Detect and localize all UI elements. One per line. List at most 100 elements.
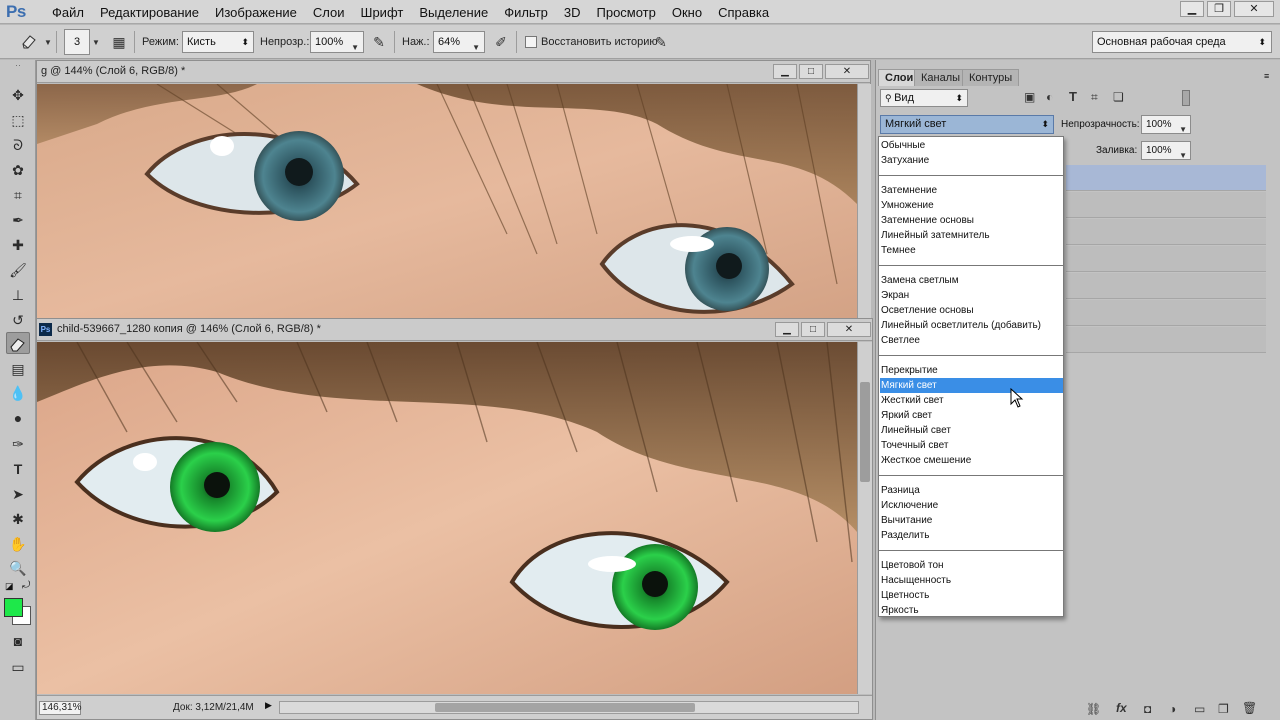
filter-shape-icon[interactable]: ⌗ — [1091, 90, 1098, 105]
blend-mode-option[interactable]: Точечный свет — [880, 438, 1063, 453]
mode-select[interactable]: Кисть ⬍ — [182, 31, 254, 53]
blend-mode-option[interactable]: Замена светлым — [880, 273, 1063, 288]
doc-minimize-icon[interactable]: ▁ — [775, 322, 799, 337]
blend-mode-option[interactable]: Экран — [880, 288, 1063, 303]
menu-item[interactable]: Выделение — [411, 5, 496, 20]
layer-fill-field[interactable]: 100% ▼ — [1141, 141, 1191, 160]
brush-panel-icon[interactable]: ▦ — [108, 31, 130, 53]
tool-preset-arrow-icon[interactable]: ▼ — [44, 38, 52, 47]
screen-mode-icon[interactable]: ▭ — [6, 656, 30, 678]
layer-row[interactable] — [1066, 246, 1266, 272]
foreground-color-swatch[interactable] — [4, 598, 23, 617]
menu-item[interactable]: Изображение — [207, 5, 305, 20]
blend-mode-option[interactable]: Жесткий свет — [880, 393, 1063, 408]
opacity-field[interactable]: 100% ▼ — [310, 31, 364, 53]
blend-mode-option[interactable]: Умножение — [880, 198, 1063, 213]
status-menu-arrow-icon[interactable]: ▶ — [265, 700, 272, 711]
vertical-scrollbar-front[interactable] — [857, 342, 872, 694]
blend-mode-option[interactable]: Вычитание — [880, 513, 1063, 528]
filter-smart-icon[interactable]: ❏ — [1113, 90, 1124, 104]
default-colors-icon[interactable]: ◪ — [5, 581, 15, 591]
healing-icon[interactable]: ✚ — [6, 234, 30, 256]
blend-mode-option[interactable]: Светлее — [880, 333, 1063, 348]
doc-restore-icon[interactable]: □ — [801, 322, 825, 337]
filter-toggle[interactable] — [1182, 90, 1190, 106]
menu-item[interactable]: Шрифт — [353, 5, 412, 20]
menu-item[interactable]: Просмотр — [589, 5, 664, 20]
blend-mode-option[interactable]: Насыщенность — [880, 573, 1063, 588]
restore-icon[interactable]: ❐ — [1207, 1, 1231, 17]
blend-mode-option[interactable]: Яркий свет — [880, 408, 1063, 423]
menu-item[interactable]: Фильтр — [496, 5, 556, 20]
filter-adjustment-icon[interactable]: ◐ — [1046, 90, 1053, 104]
brush-picker-arrow-icon[interactable]: ▼ — [92, 38, 100, 47]
blend-mode-option[interactable]: Цветовой тон — [880, 558, 1063, 573]
doc-minimize-icon[interactable]: ▁ — [773, 64, 797, 79]
pressure-opacity-icon[interactable]: ✎ — [368, 31, 390, 53]
doc-restore-icon[interactable]: □ — [799, 64, 823, 79]
menu-item[interactable]: Слои — [305, 5, 353, 20]
photo-front[interactable] — [37, 342, 857, 694]
tab-paths[interactable]: Контуры — [962, 69, 1020, 86]
horizontal-scrollbar[interactable] — [279, 701, 859, 714]
move-icon[interactable]: ✥ — [6, 84, 30, 106]
layer-row[interactable] — [1066, 273, 1266, 299]
pressure-field[interactable]: 64% ▼ — [433, 31, 485, 53]
layer-row[interactable] — [1066, 219, 1266, 245]
new-layer-icon[interactable]: ❐ — [1218, 702, 1229, 716]
blend-mode-option[interactable]: Жесткое смешение — [880, 453, 1063, 468]
stamp-icon[interactable]: ⊥ — [6, 284, 30, 306]
blend-mode-option[interactable]: Затемнение основы — [880, 213, 1063, 228]
tab-channels[interactable]: Каналы — [914, 69, 968, 86]
photo-back[interactable] — [37, 84, 857, 322]
blend-mode-option[interactable]: Яркость — [880, 603, 1063, 618]
blend-mode-option[interactable]: Разделить — [880, 528, 1063, 543]
blend-mode-option[interactable]: Затемнение — [880, 183, 1063, 198]
eraser-tool-icon[interactable] — [6, 332, 30, 354]
menu-item[interactable]: 3D — [556, 5, 589, 20]
zoom-icon[interactable]: 🔍 — [6, 557, 30, 579]
workspace-select[interactable]: Основная рабочая среда ⬍ — [1092, 31, 1272, 53]
restore-history-checkbox[interactable] — [525, 36, 537, 48]
layer-row[interactable] — [1066, 327, 1266, 353]
blend-mode-option[interactable]: Мягкий свет — [880, 378, 1063, 393]
layer-opacity-field[interactable]: 100% ▼ — [1141, 115, 1191, 134]
eyedropper-icon[interactable]: ✒ — [6, 209, 30, 231]
history-brush-icon[interactable]: ↺ — [6, 309, 30, 331]
gradient-icon[interactable]: ▤ — [6, 358, 30, 380]
blur-icon[interactable]: 💧 — [6, 382, 30, 404]
blend-mode-option[interactable]: Линейный затемнитель — [880, 228, 1063, 243]
blend-mode-option[interactable]: Цветность — [880, 588, 1063, 603]
scroll-thumb[interactable] — [860, 382, 870, 482]
adjustment-layer-icon[interactable]: ◑ — [1169, 702, 1176, 716]
blend-mode-option[interactable]: Исключение — [880, 498, 1063, 513]
minimize-icon[interactable]: ▁ — [1180, 1, 1204, 17]
menu-item[interactable]: Редактирование — [92, 5, 207, 20]
blend-mode-option[interactable]: Осветление основы — [880, 303, 1063, 318]
eraser-icon[interactable] — [18, 31, 40, 53]
doc-close-icon[interactable]: ✕ — [827, 322, 871, 337]
menu-item[interactable]: Справка — [710, 5, 777, 20]
filter-type-icon[interactable]: T — [1069, 89, 1077, 104]
blend-mode-option[interactable]: Затухание — [880, 153, 1063, 168]
close-icon[interactable]: ✕ — [1234, 1, 1274, 17]
panel-menu-icon[interactable]: ≡ — [1264, 71, 1269, 81]
shape-icon[interactable]: ✱ — [6, 508, 30, 530]
blend-mode-option[interactable]: Линейный свет — [880, 423, 1063, 438]
path-select-icon[interactable]: ➤ — [6, 483, 30, 505]
fx-icon[interactable]: fx — [1116, 701, 1127, 715]
pressure-size-icon[interactable]: ✎ — [650, 31, 672, 53]
quick-select-icon[interactable]: ✿ — [6, 159, 30, 181]
blend-mode-option[interactable]: Разница — [880, 483, 1063, 498]
menu-item[interactable]: Окно — [664, 5, 710, 20]
add-mask-icon[interactable]: ◘ — [1144, 702, 1151, 716]
blend-mode-select[interactable]: Мягкий свет ⬍ — [880, 115, 1054, 134]
swap-colors-icon[interactable]: ⤾ — [22, 580, 30, 591]
dodge-icon[interactable]: ● — [6, 407, 30, 429]
type-icon[interactable]: T — [6, 458, 30, 480]
zoom-field[interactable]: 146,31% — [39, 701, 81, 715]
link-layers-icon[interactable]: ⛓ — [1086, 702, 1101, 716]
blend-mode-option[interactable]: Перекрытие — [880, 363, 1063, 378]
hand-icon[interactable]: ✋ — [6, 533, 30, 555]
menu-item[interactable]: Файл — [44, 5, 92, 20]
